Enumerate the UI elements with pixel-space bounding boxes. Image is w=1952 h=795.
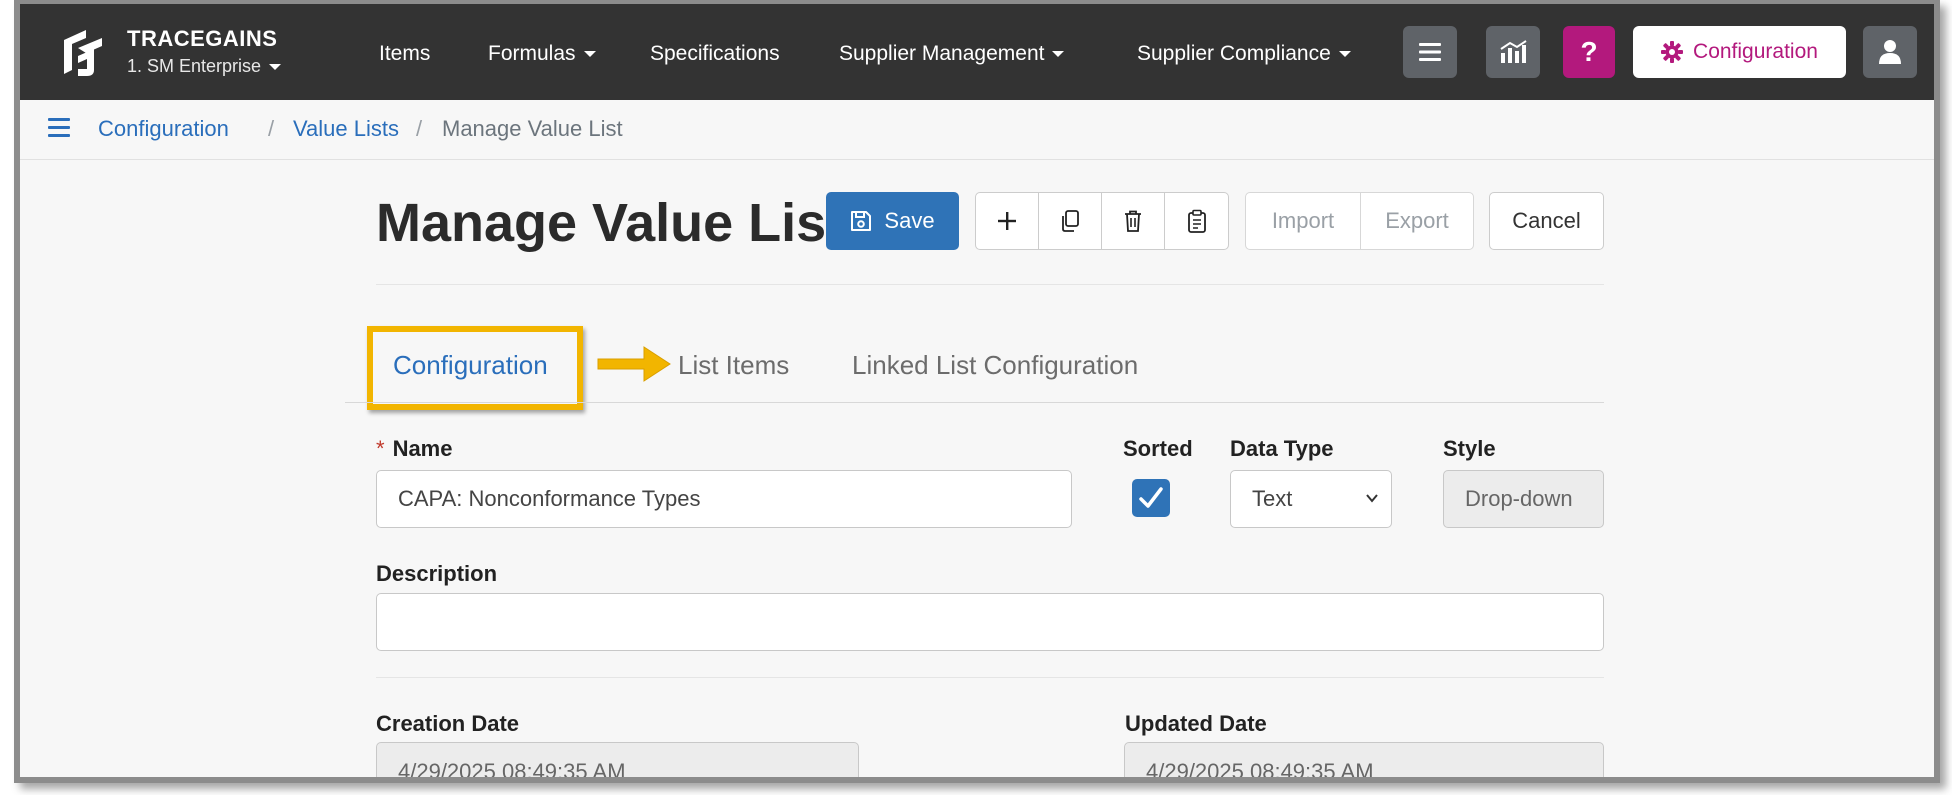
sidebar-toggle-icon[interactable] — [48, 118, 70, 138]
delete-button[interactable] — [1102, 193, 1165, 249]
nav-item-supplier-management[interactable]: Supplier Management — [839, 42, 1065, 66]
help-icon: ? — [1580, 36, 1598, 67]
divider — [376, 284, 1604, 285]
breadcrumb: Configuration / Value Lists / Manage Val… — [20, 100, 1934, 160]
user-menu-button[interactable] — [1863, 26, 1917, 78]
nav-item-specifications[interactable]: Specifications — [650, 42, 780, 66]
data-type-select[interactable]: Text — [1230, 470, 1392, 528]
chevron-down-icon — [583, 51, 596, 58]
app-window: TRACEGAINS 1. SM Enterprise Items Formul… — [14, 0, 1940, 783]
export-button[interactable]: Export — [1361, 193, 1473, 249]
creation-date-label: Creation Date — [376, 711, 520, 736]
floppy-disk-icon — [851, 211, 872, 231]
chevron-down-icon — [1338, 51, 1351, 58]
breadcrumb-separator: / — [416, 116, 423, 141]
description-textarea[interactable] — [376, 593, 1604, 651]
trash-icon — [1125, 210, 1141, 232]
tenant-name: 1. SM Enterprise — [127, 56, 262, 76]
nav-item-items[interactable]: Items — [379, 42, 430, 66]
chevron-down-icon — [1366, 494, 1378, 503]
updated-date-label: Updated Date — [1125, 711, 1267, 736]
hamburger-icon — [1419, 43, 1441, 61]
chart-icon — [1500, 40, 1527, 63]
help-button[interactable]: ? — [1563, 26, 1615, 78]
add-button[interactable] — [976, 193, 1039, 249]
style-input[interactable]: Drop-down — [1443, 470, 1604, 528]
style-label: Style — [1443, 436, 1496, 461]
chevron-down-icon — [269, 64, 282, 71]
updated-date-input[interactable]: 4/29/2025 08:49:35 AM — [1124, 742, 1604, 777]
configuration-button-label: Configuration — [1693, 40, 1818, 63]
chevron-down-icon — [1052, 51, 1065, 58]
tab-list-items[interactable]: List Items — [678, 350, 789, 381]
required-marker: * — [376, 436, 385, 461]
checkmark-icon — [1139, 487, 1163, 508]
copy-icon — [1062, 210, 1079, 232]
sorted-label: Sorted — [1123, 436, 1193, 461]
import-button[interactable]: Import — [1246, 193, 1361, 249]
tracegains-logo-icon[interactable] — [56, 26, 110, 80]
tab-divider — [345, 402, 1604, 403]
brand-name: TRACEGAINS — [127, 26, 278, 51]
creation-date-input[interactable]: 4/29/2025 08:49:35 AM — [376, 742, 859, 777]
data-type-label: Data Type — [1230, 436, 1334, 461]
plus-icon — [998, 212, 1016, 230]
arrow-right-icon — [597, 346, 671, 382]
nav-item-supplier-compliance[interactable]: Supplier Compliance — [1137, 42, 1351, 66]
page-title: Manage Value List — [376, 193, 845, 253]
copy-button[interactable] — [1039, 193, 1102, 249]
configuration-button[interactable]: Configuration — [1633, 26, 1846, 78]
sorted-checkbox[interactable] — [1132, 479, 1170, 517]
breadcrumb-value-lists[interactable]: Value Lists — [293, 116, 399, 142]
analytics-button[interactable] — [1486, 26, 1540, 78]
user-icon — [1879, 40, 1901, 64]
clipboard-icon — [1187, 209, 1206, 233]
data-type-value: Text — [1252, 486, 1293, 511]
top-navbar: TRACEGAINS 1. SM Enterprise Items Formul… — [20, 4, 1934, 100]
breadcrumb-current: Manage Value List — [442, 116, 623, 141]
name-input[interactable]: CAPA: Nonconformance Types — [376, 470, 1072, 528]
breadcrumb-configuration[interactable]: Configuration — [98, 116, 229, 142]
menu-button[interactable] — [1403, 26, 1457, 78]
divider — [376, 677, 1604, 678]
tab-highlight-box — [367, 326, 583, 410]
save-button[interactable]: Save — [826, 192, 959, 250]
nav-item-formulas[interactable]: Formulas — [488, 42, 596, 66]
breadcrumb-separator: / — [268, 116, 275, 141]
record-actions-group — [975, 192, 1229, 250]
import-export-group: Import Export — [1245, 192, 1474, 250]
tenant-switcher[interactable]: 1. SM Enterprise — [127, 56, 282, 77]
description-label: Description — [376, 561, 498, 586]
tab-linked-list-configuration[interactable]: Linked List Configuration — [852, 350, 1138, 381]
clipboard-button[interactable] — [1165, 193, 1228, 249]
gear-icon — [1661, 41, 1684, 63]
name-label: * Name — [376, 436, 453, 461]
save-button-label: Save — [884, 208, 935, 233]
cancel-button[interactable]: Cancel — [1489, 192, 1604, 250]
